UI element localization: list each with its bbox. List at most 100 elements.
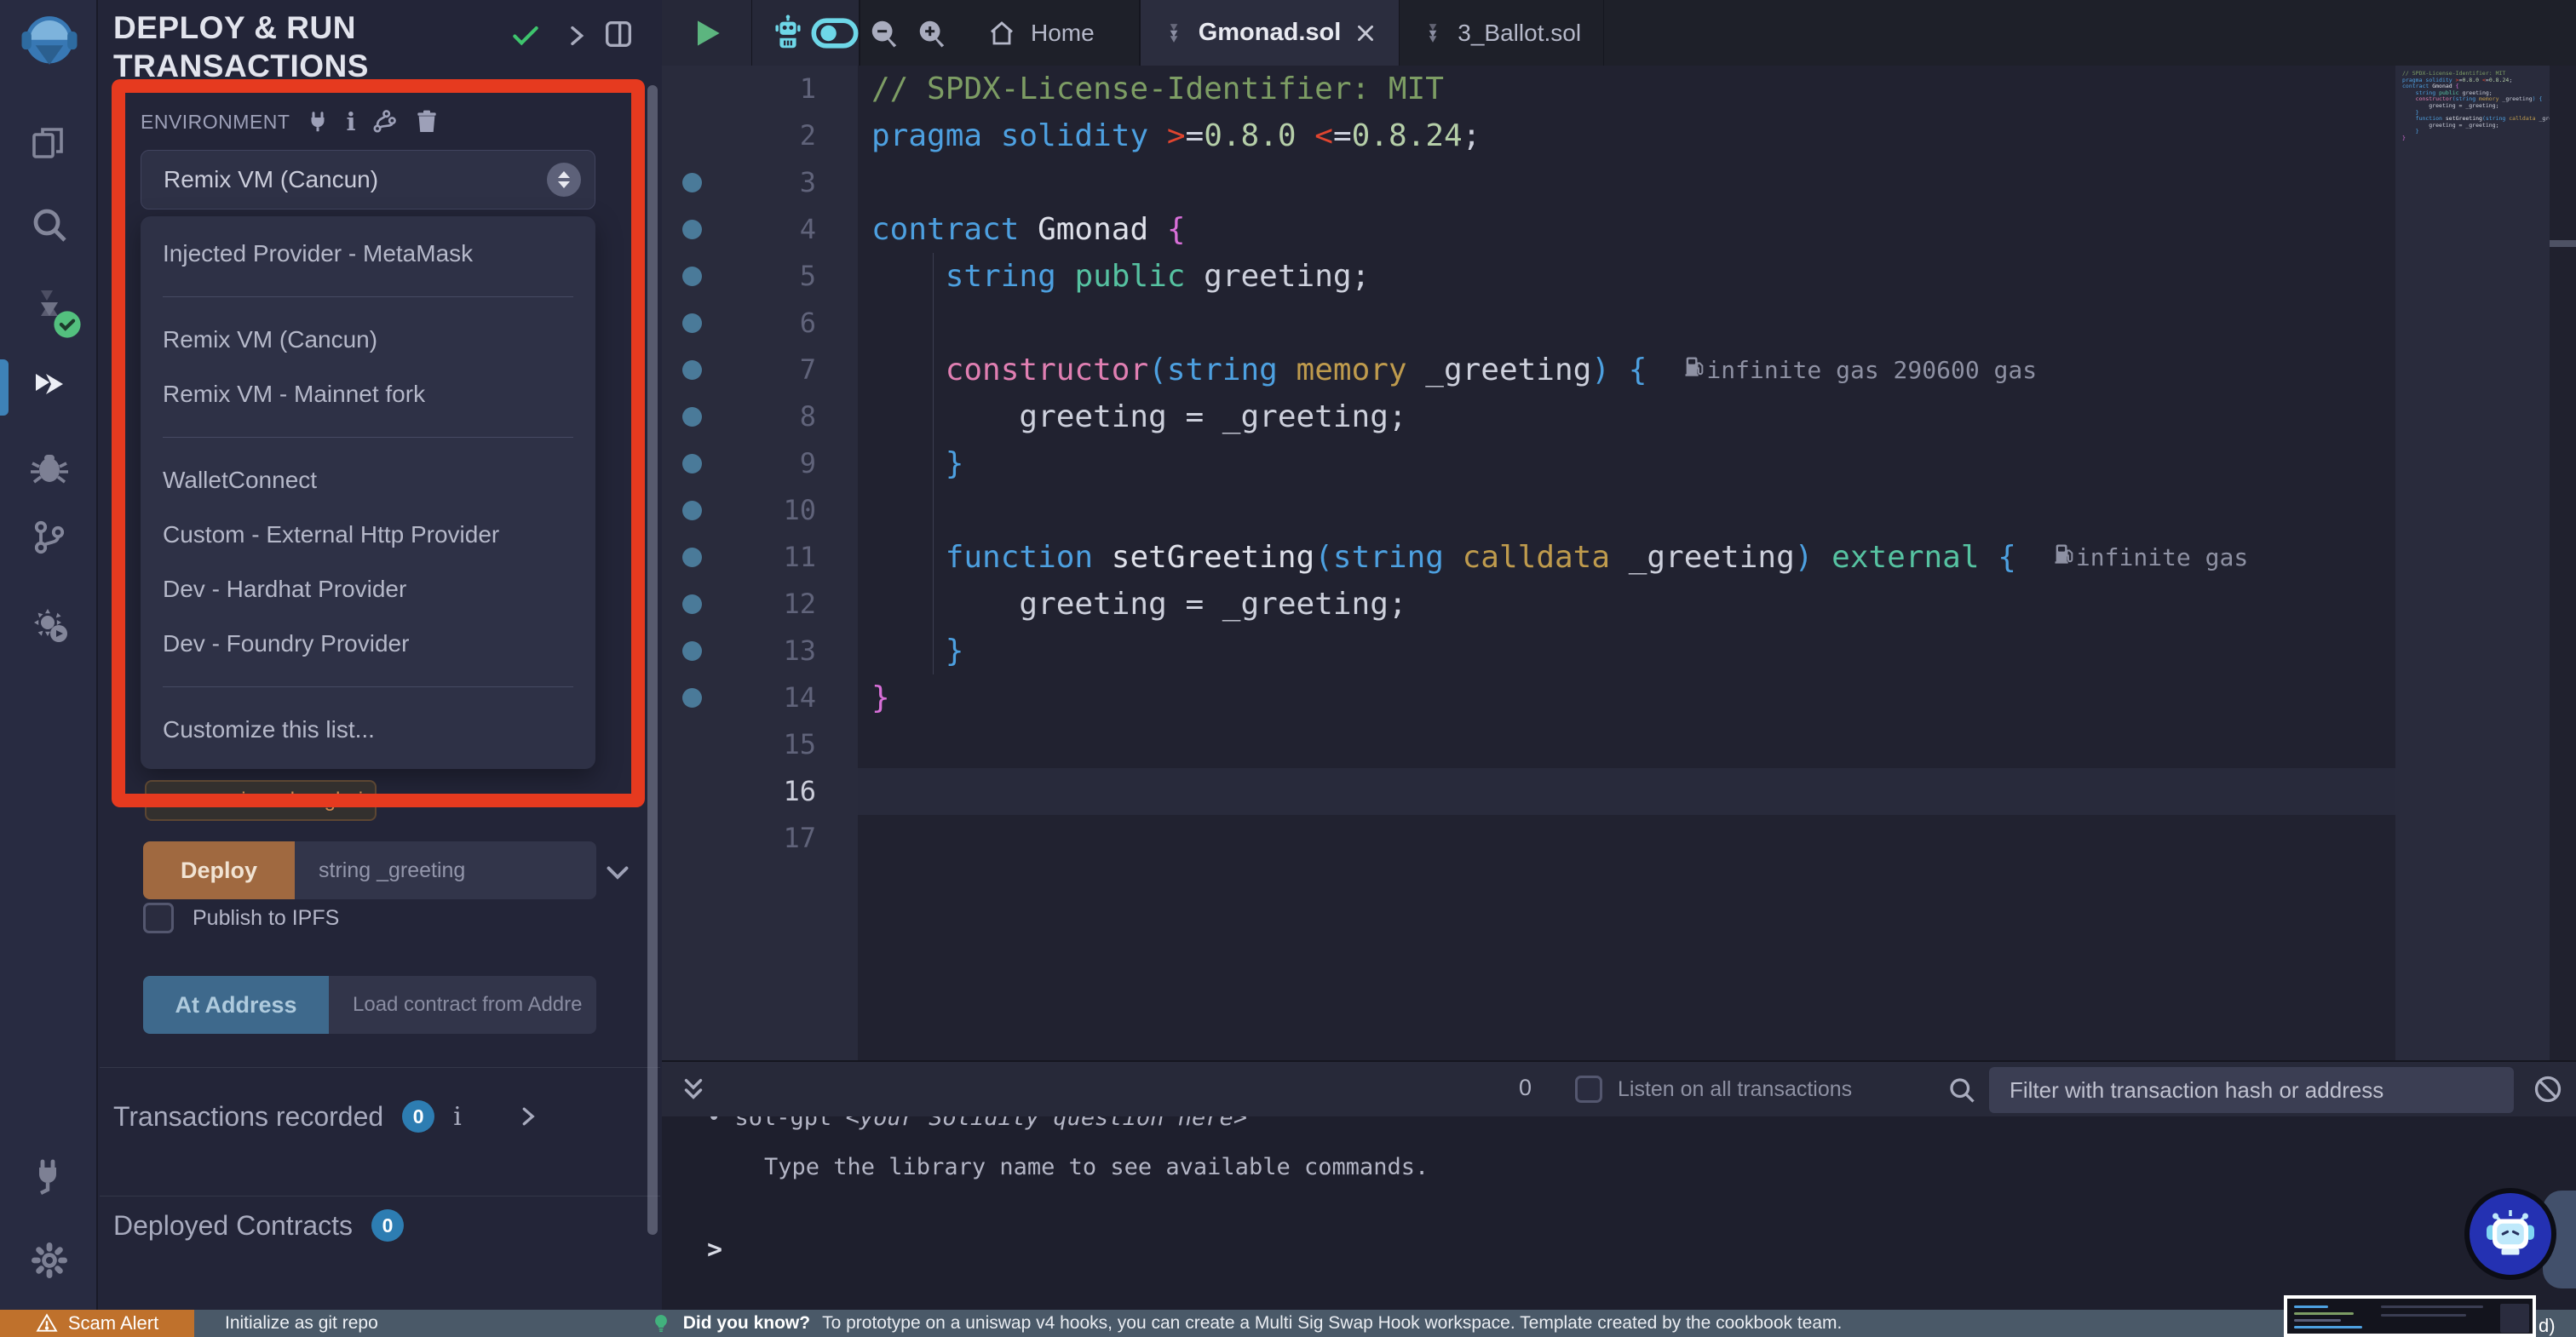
- transactions-expand-chevron-icon[interactable]: [515, 1104, 540, 1129]
- environment-select[interactable]: Remix VM (Cancun): [141, 150, 595, 209]
- environment-option[interactable]: Injected Provider - MetaMask: [141, 227, 595, 281]
- file-explorer-icon[interactable]: [0, 113, 98, 173]
- dropdown-divider: [163, 437, 573, 438]
- line-number: 16: [783, 775, 816, 807]
- code-line: 9 }: [662, 440, 2576, 487]
- select-updown-icon: [547, 163, 581, 197]
- run-script-play-icon[interactable]: [684, 0, 731, 66]
- code-line: 1// SPDX-License-Identifier: MIT: [662, 66, 2576, 112]
- transactions-count-badge: 0: [402, 1100, 435, 1133]
- gutter-dot: [682, 126, 702, 146]
- environment-plug-icon[interactable]: [305, 109, 331, 135]
- code-line: 6: [662, 300, 2576, 347]
- line-number: 5: [799, 260, 816, 292]
- transactions-info-icon[interactable]: i: [453, 1102, 462, 1132]
- terminal-prompt[interactable]: >: [707, 1235, 722, 1265]
- terminal-toolbar: 0 Listen on all transactions: [662, 1060, 2576, 1116]
- pin-panel-icon[interactable]: [601, 17, 635, 55]
- environment-option[interactable]: Customize this list...: [141, 703, 595, 757]
- init-git-repo-button[interactable]: Initialize as git repo: [225, 1313, 378, 1334]
- copilot-toggle[interactable]: [811, 0, 859, 66]
- ai-robot-icon[interactable]: [764, 0, 811, 66]
- code-line: 8 greeting = _greeting;: [662, 393, 2576, 440]
- gutter-dot: [682, 641, 702, 661]
- overview-ruler[interactable]: [2550, 66, 2576, 1060]
- settings-gear-icon[interactable]: [0, 1231, 98, 1290]
- gutter-dot: [682, 313, 702, 333]
- line-number: 1: [799, 72, 816, 105]
- gutter-dot: [682, 79, 702, 99]
- listen-transactions-checkbox[interactable]: [1575, 1076, 1602, 1103]
- code-line: 13 }: [662, 628, 2576, 674]
- close-tab-icon[interactable]: [1354, 22, 1377, 44]
- transaction-count: 0: [1519, 1075, 1532, 1100]
- plugin-manager-icon[interactable]: [0, 1146, 98, 1206]
- deploy-run-icon[interactable]: [0, 358, 98, 417]
- home-icon: [991, 20, 1013, 44]
- code-editor[interactable]: 1// SPDX-License-Identifier: MIT 2 pragma …: [662, 66, 2576, 1060]
- panel-scrollbar[interactable]: [647, 85, 658, 1235]
- evm-version-chip[interactable]: evm version: shanghai: [145, 780, 377, 821]
- zoom-in-icon[interactable]: [908, 0, 956, 66]
- at-address-input[interactable]: [329, 976, 596, 1034]
- constructor-arg-input[interactable]: [295, 841, 596, 899]
- collapse-terminal-icon[interactable]: [679, 1076, 708, 1109]
- indent-guide: [933, 253, 934, 674]
- tab-label: Gmonad.sol: [1198, 19, 1342, 46]
- ai-assistant-button[interactable]: [2464, 1188, 2556, 1280]
- screen-share-preview[interactable]: [2284, 1295, 2536, 1337]
- environment-option[interactable]: Custom - External Http Provider: [141, 508, 595, 562]
- terminal-search-icon[interactable]: [1946, 1075, 1977, 1110]
- deploy-button[interactable]: Deploy: [143, 841, 295, 899]
- environment-option[interactable]: WalletConnect: [141, 453, 595, 508]
- divider: [750, 0, 753, 66]
- panel-check-icon[interactable]: [509, 19, 542, 55]
- remix-ide-window: DEPLOY & RUN TRANSACTIONS ENVIRONMENT i …: [0, 0, 2576, 1337]
- line-number: 17: [783, 822, 816, 854]
- code-line: 4 contract Gmonad {: [662, 206, 2576, 253]
- transactions-recorded-section[interactable]: Transactions recorded 0 i: [113, 1100, 540, 1133]
- gutter-dot: [682, 501, 702, 520]
- publish-ipfs-checkbox[interactable]: [143, 903, 174, 933]
- search-icon[interactable]: [0, 195, 98, 255]
- zoom-out-icon[interactable]: [860, 0, 908, 66]
- delete-state-trash-icon[interactable]: [413, 108, 440, 135]
- environment-option[interactable]: Dev - Hardhat Provider: [141, 562, 595, 617]
- gutter-dot: [682, 267, 702, 286]
- gutter-dot: [682, 360, 702, 380]
- environment-option[interactable]: Dev - Foundry Provider: [141, 617, 595, 671]
- deployed-contracts-section: Deployed Contracts 0: [113, 1209, 405, 1242]
- gas-estimate-annotation: infinite gas 290600 gas: [1682, 347, 2037, 393]
- git-branch-icon[interactable]: [0, 508, 98, 567]
- tab-gmonad[interactable]: Gmonad.sol: [1140, 0, 1400, 66]
- tip-text: To prototype on a uniswap v4 hooks, you …: [822, 1313, 1843, 1333]
- tab-home[interactable]: Home: [964, 0, 1117, 66]
- ruler-marker: [2550, 240, 2576, 247]
- deployed-count-badge: 0: [371, 1209, 405, 1242]
- environment-label: ENVIRONMENT: [141, 110, 290, 133]
- gear-play-icon[interactable]: [0, 594, 98, 654]
- environment-info-icon[interactable]: i: [346, 107, 355, 136]
- terminal-filter-input[interactable]: [1989, 1067, 2514, 1113]
- code-line: 3: [662, 159, 2576, 206]
- scam-alert-button[interactable]: Scam Alert: [0, 1310, 194, 1337]
- solidity-compiler-icon[interactable]: [0, 276, 98, 338]
- environment-option[interactable]: Remix VM - Mainnet fork: [141, 367, 595, 422]
- statusbar-clipped-text: d): [2539, 1315, 2556, 1336]
- code-line: 15: [662, 721, 2576, 768]
- environment-option[interactable]: Remix VM (Cancun): [141, 313, 595, 367]
- remix-logo[interactable]: [0, 9, 98, 77]
- clear-terminal-ban-icon[interactable]: [2533, 1074, 2563, 1109]
- tab-ballot[interactable]: 3_Ballot.sol: [1400, 0, 1605, 66]
- at-address-row: At Address: [143, 976, 596, 1034]
- expand-constructor-args-icon[interactable]: [602, 857, 633, 892]
- tab-label: Home: [1031, 19, 1095, 46]
- environment-dropdown-list: Injected Provider - MetaMask Remix VM (Ca…: [141, 216, 595, 769]
- panel-expand-chevron-icon[interactable]: [562, 22, 589, 54]
- debugger-icon[interactable]: [0, 439, 98, 498]
- editor-minimap[interactable]: // SPDX-License-Identifier: MIT pragma so…: [2395, 66, 2550, 1060]
- fork-state-icon[interactable]: [371, 108, 398, 135]
- gutter-dot: [682, 173, 702, 192]
- code-line: 5 string public greeting;: [662, 253, 2576, 300]
- at-address-button[interactable]: At Address: [143, 976, 329, 1034]
